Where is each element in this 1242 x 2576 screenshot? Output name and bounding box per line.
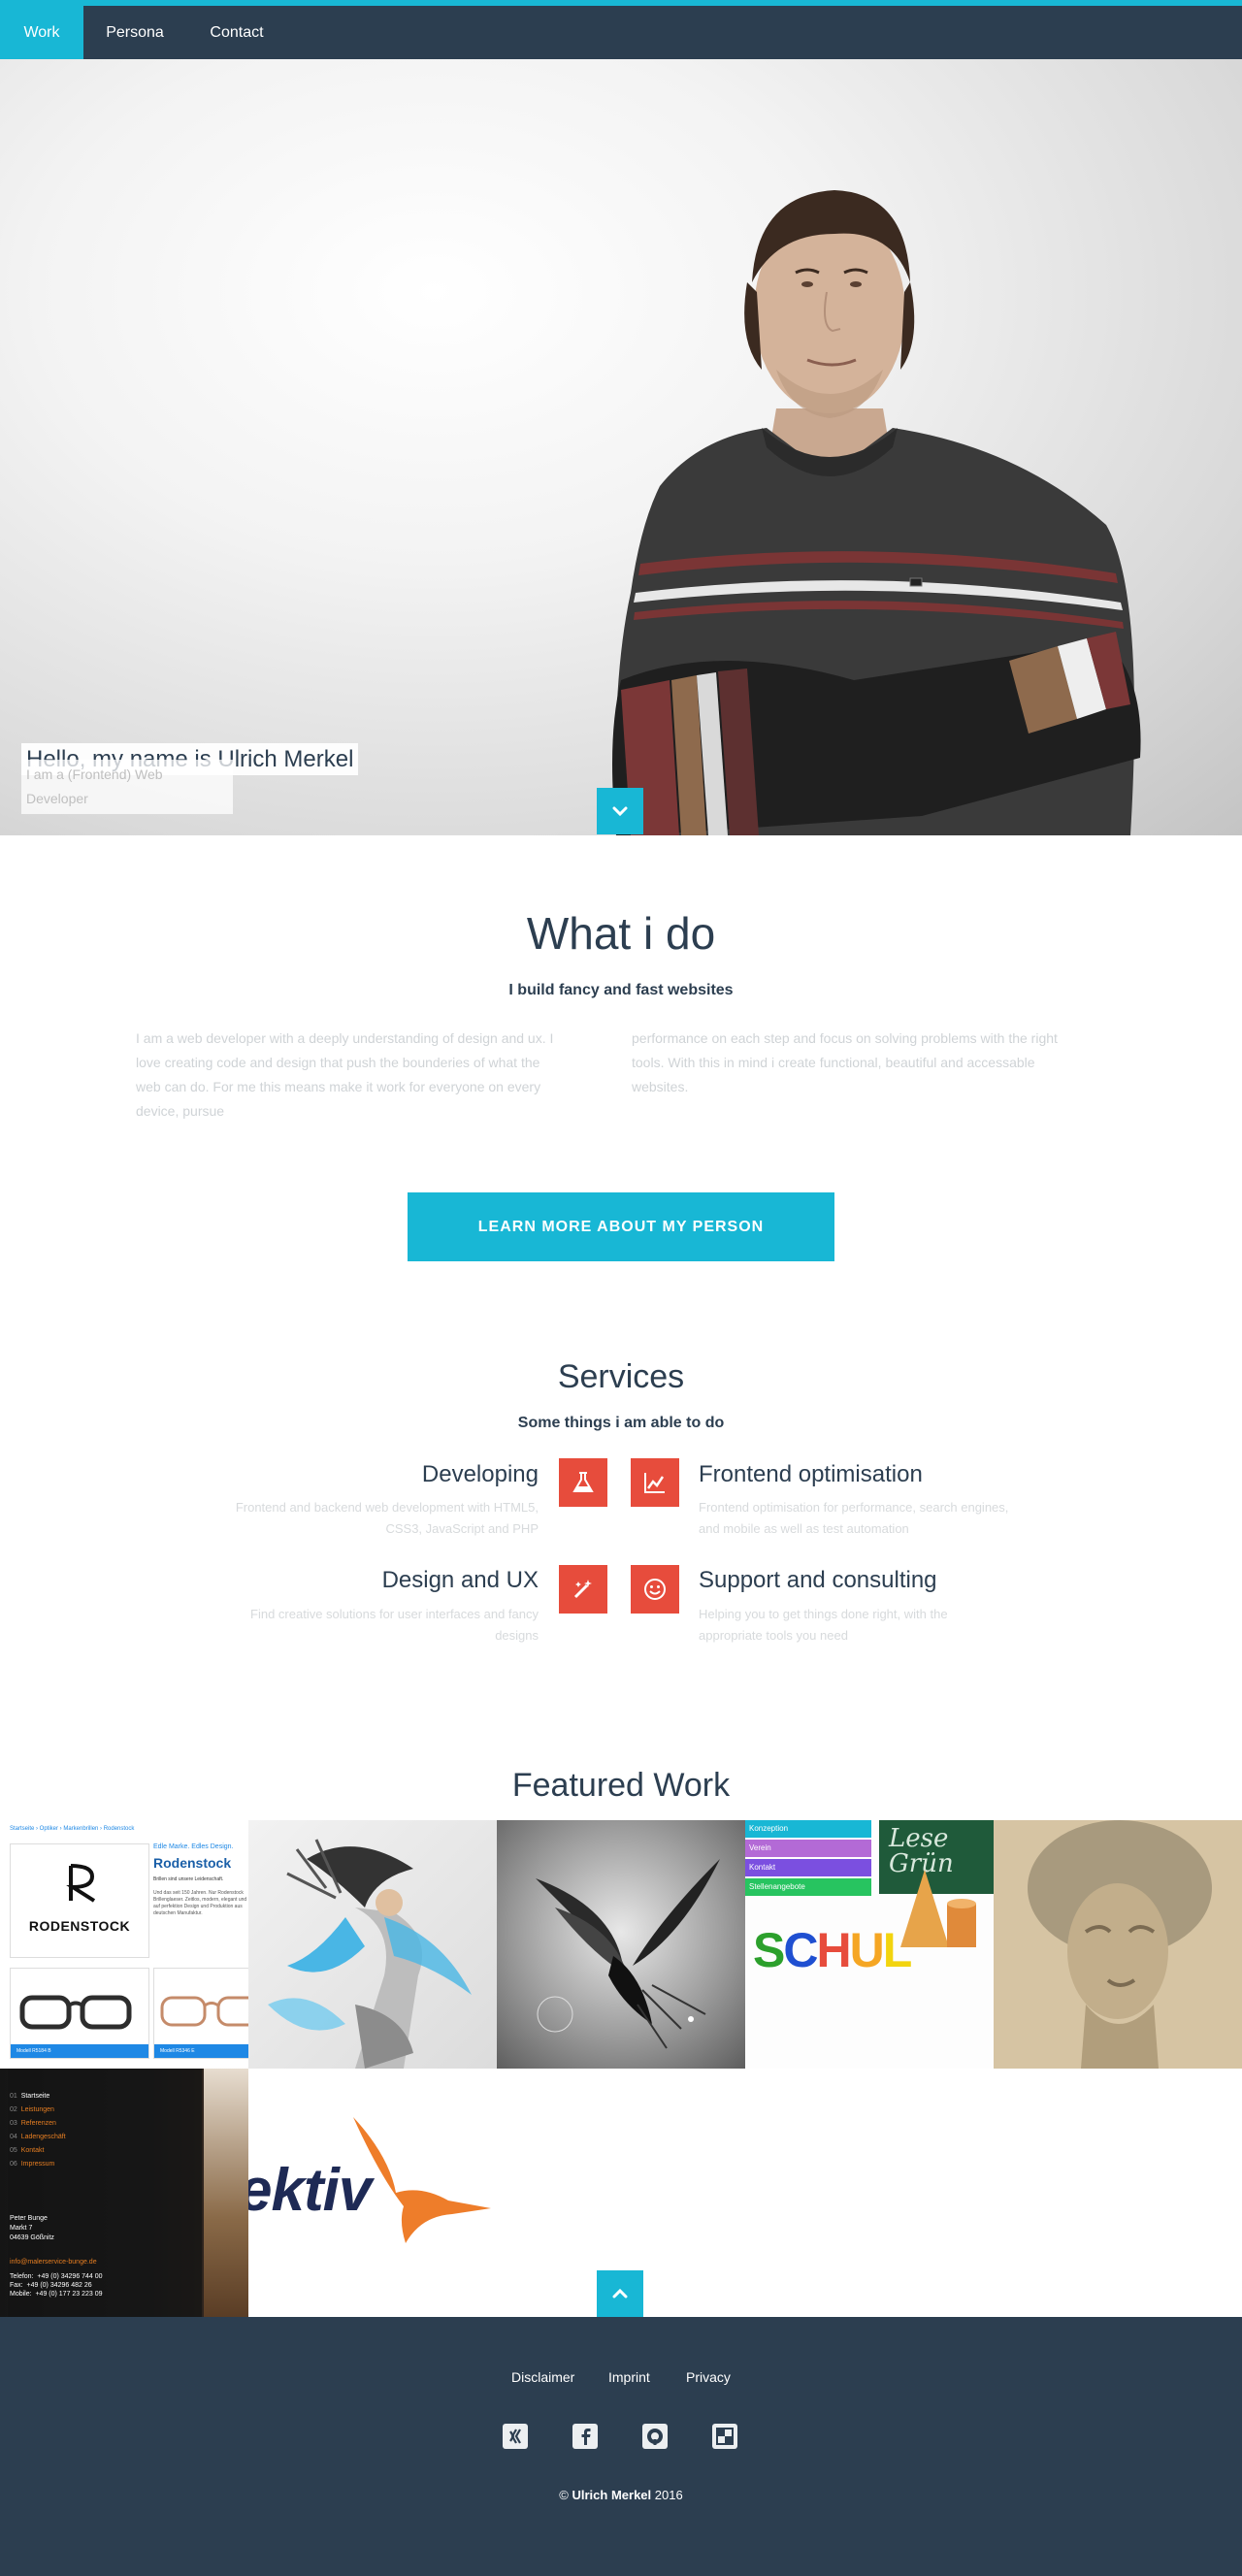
nav-item-contact[interactable]: Contact [190, 6, 283, 59]
school-letter-c: C [783, 1923, 818, 1977]
social-link-delicious[interactable] [712, 2424, 737, 2449]
service-support-desc: Helping you to get things done right, wi… [699, 1607, 948, 1643]
rodenstock-text-1: Brillen sind unsere Leidenschaft. [153, 1876, 224, 1882]
copyright-year: 2016 [651, 2488, 683, 2502]
school-letter-s: S [753, 1923, 785, 1977]
smiley-icon [644, 1579, 666, 1600]
bunge-email: info@malerservice-bunge.de [10, 2259, 97, 2266]
rodenstock-text-2: Und das seit 150 Jahren. Nur Rodenstock … [153, 1890, 247, 1916]
service-developing-badge [559, 1458, 607, 1507]
service-optimisation-badge [631, 1458, 679, 1507]
service-developing-desc: Frontend and backend web development wit… [235, 1500, 539, 1536]
hero-section: Hello, my name is Ulrich Merkel I am a (… [0, 59, 1242, 835]
rodenstock-tagline: Edle Marke. Edles Design. [153, 1843, 234, 1850]
rodenstock-product-2: Modell R5346 E [153, 1968, 248, 2059]
work-tile-bunge[interactable]: 01 Startseite 02 Leistungen 03 Referenze… [0, 2069, 248, 2317]
work-tile-dancer-art[interactable] [248, 1820, 497, 2069]
work-tile-school[interactable]: Lese Grün Konzeption Verein Kontakt Stel… [745, 1820, 994, 2069]
github-icon [647, 2429, 663, 2445]
footer [0, 2317, 1242, 2576]
rodenstock-heading: Rodenstock [153, 1855, 232, 1871]
facebook-icon [581, 2429, 591, 2445]
copyright: © Ulrich Merkel 2016 [0, 2488, 1242, 2502]
learn-more-button[interactable]: LEARN MORE ABOUT MY PERSON [408, 1192, 834, 1261]
chart-icon [644, 1473, 665, 1493]
service-design-badge [559, 1565, 607, 1614]
xing-icon [509, 2429, 521, 2444]
what-i-do-subtitle: I build fancy and fast websites [508, 982, 734, 998]
copyright-name: Ulrich Merkel [572, 2488, 652, 2502]
bunge-menu-item: 04 Ladengeschäft [10, 2134, 66, 2140]
rodenstock-product-1-label: Modell R5184 B [11, 2044, 148, 2058]
bird-artwork-image [536, 1859, 720, 2049]
school-letter-l: L [882, 1923, 913, 1977]
service-optimisation-title: Frontend optimisation [699, 1461, 923, 1487]
bunge-menu-item: 02 Leistungen [10, 2106, 54, 2113]
work-tile-bird-art[interactable] [497, 1820, 745, 2069]
nav-item-persona[interactable]: Persona [89, 6, 180, 59]
bunge-menu-item: 05 Kontakt [10, 2147, 45, 2154]
service-optimisation-desc: Frontend optimisation for performance, s… [699, 1500, 1009, 1536]
school-menu-item-4: Stellenangebote [745, 1878, 871, 1896]
school-menu-item-2: Verein [745, 1840, 871, 1857]
rodenstock-product-2-label: Modell R5346 E [154, 2044, 248, 2058]
service-support-title: Support and consulting [699, 1567, 937, 1593]
service-design-title: Design and UX [381, 1567, 539, 1593]
copyright-symbol: © [559, 2488, 572, 2502]
scroll-to-top-button[interactable] [597, 2270, 643, 2317]
flask-icon [572, 1472, 594, 1492]
social-link-facebook[interactable] [572, 2424, 598, 2449]
footer-link-privacy[interactable]: Privacy [686, 2369, 731, 2385]
what-i-do-title: What i do [526, 908, 716, 959]
rodenstock-logo-box: RODENSTOCK [10, 1843, 149, 1958]
bunge-menu-item: 01 Startseite [10, 2093, 50, 2100]
bunge-phones: Telefon: +49 (0) 34296 744 00 Fax: +49 (… [10, 2273, 103, 2298]
bunge-floor-image [204, 2069, 248, 2317]
bunge-menu-item: 03 Referenzen [10, 2120, 56, 2127]
ektiv-logo-text: ektiv [248, 2157, 372, 2224]
bunge-menu-item: 06 Impressum [10, 2161, 55, 2168]
social-link-xing[interactable] [503, 2424, 528, 2449]
featured-work-title: Featured Work [511, 1767, 731, 1804]
chevron-up-icon [612, 2288, 628, 2299]
school-menu-item-3: Kontakt [745, 1859, 871, 1876]
intro-text-column-2: performance on each step and focus on so… [632, 1030, 1058, 1094]
hero-subtitle: I am a (Frontend) Web Developer [21, 760, 233, 814]
social-link-github[interactable] [642, 2424, 668, 2449]
chevron-down-icon [612, 806, 628, 817]
bunge-address: Peter Bunge Markt 7 04639 Gößnitz [10, 2215, 54, 2241]
rodenstock-product-1: Modell R5184 B [10, 1968, 149, 2059]
main-nav: Work Persona Contact [0, 6, 1242, 59]
rodenstock-breadcrumb: Startseite › Optiker › Markenbrillen › R… [10, 1826, 135, 1832]
school-letters: SCHUL [753, 1921, 913, 1979]
school-letter-h: H [816, 1923, 851, 1977]
glasses-light-image [160, 1996, 248, 2027]
school-menu-item-1: Konzeption [745, 1820, 871, 1838]
delicious-icon [716, 2428, 734, 2445]
bunge-menu: 01 Startseite 02 Leistungen 03 Referenze… [10, 2090, 66, 2171]
scroll-down-button[interactable] [597, 788, 643, 834]
services-subtitle: Some things i am able to do [517, 1415, 725, 1431]
work-tile-ektiv[interactable]: ektiv [248, 2069, 497, 2317]
portrait-artwork-image [994, 1820, 1242, 2069]
rodenstock-logo-text: RODENSTOCK [28, 1918, 131, 1934]
magic-wand-icon [573, 1580, 592, 1599]
intro-text-column-1: I am a web developer with a deeply under… [136, 1030, 554, 1119]
hero-portrait [612, 190, 1141, 835]
work-tile-portrait-art[interactable] [994, 1820, 1242, 2069]
school-letter-u: U [849, 1923, 885, 1977]
service-developing-title: Developing [421, 1461, 539, 1487]
rodenstock-r-logo [66, 1864, 96, 1903]
dancer-artwork-image [268, 1839, 472, 2069]
nav-item-work[interactable]: Work [0, 6, 83, 59]
work-tile-rodenstock[interactable]: Startseite › Optiker › Markenbrillen › R… [0, 1820, 248, 2069]
footer-link-disclaimer[interactable]: Disclaimer [511, 2369, 574, 2385]
footer-link-imprint[interactable]: Imprint [608, 2369, 650, 2385]
service-support-badge [631, 1565, 679, 1614]
glasses-dark-image [19, 1995, 132, 2030]
service-design-desc: Find creative solutions for user interfa… [250, 1607, 539, 1643]
services-title: Services [557, 1358, 685, 1395]
